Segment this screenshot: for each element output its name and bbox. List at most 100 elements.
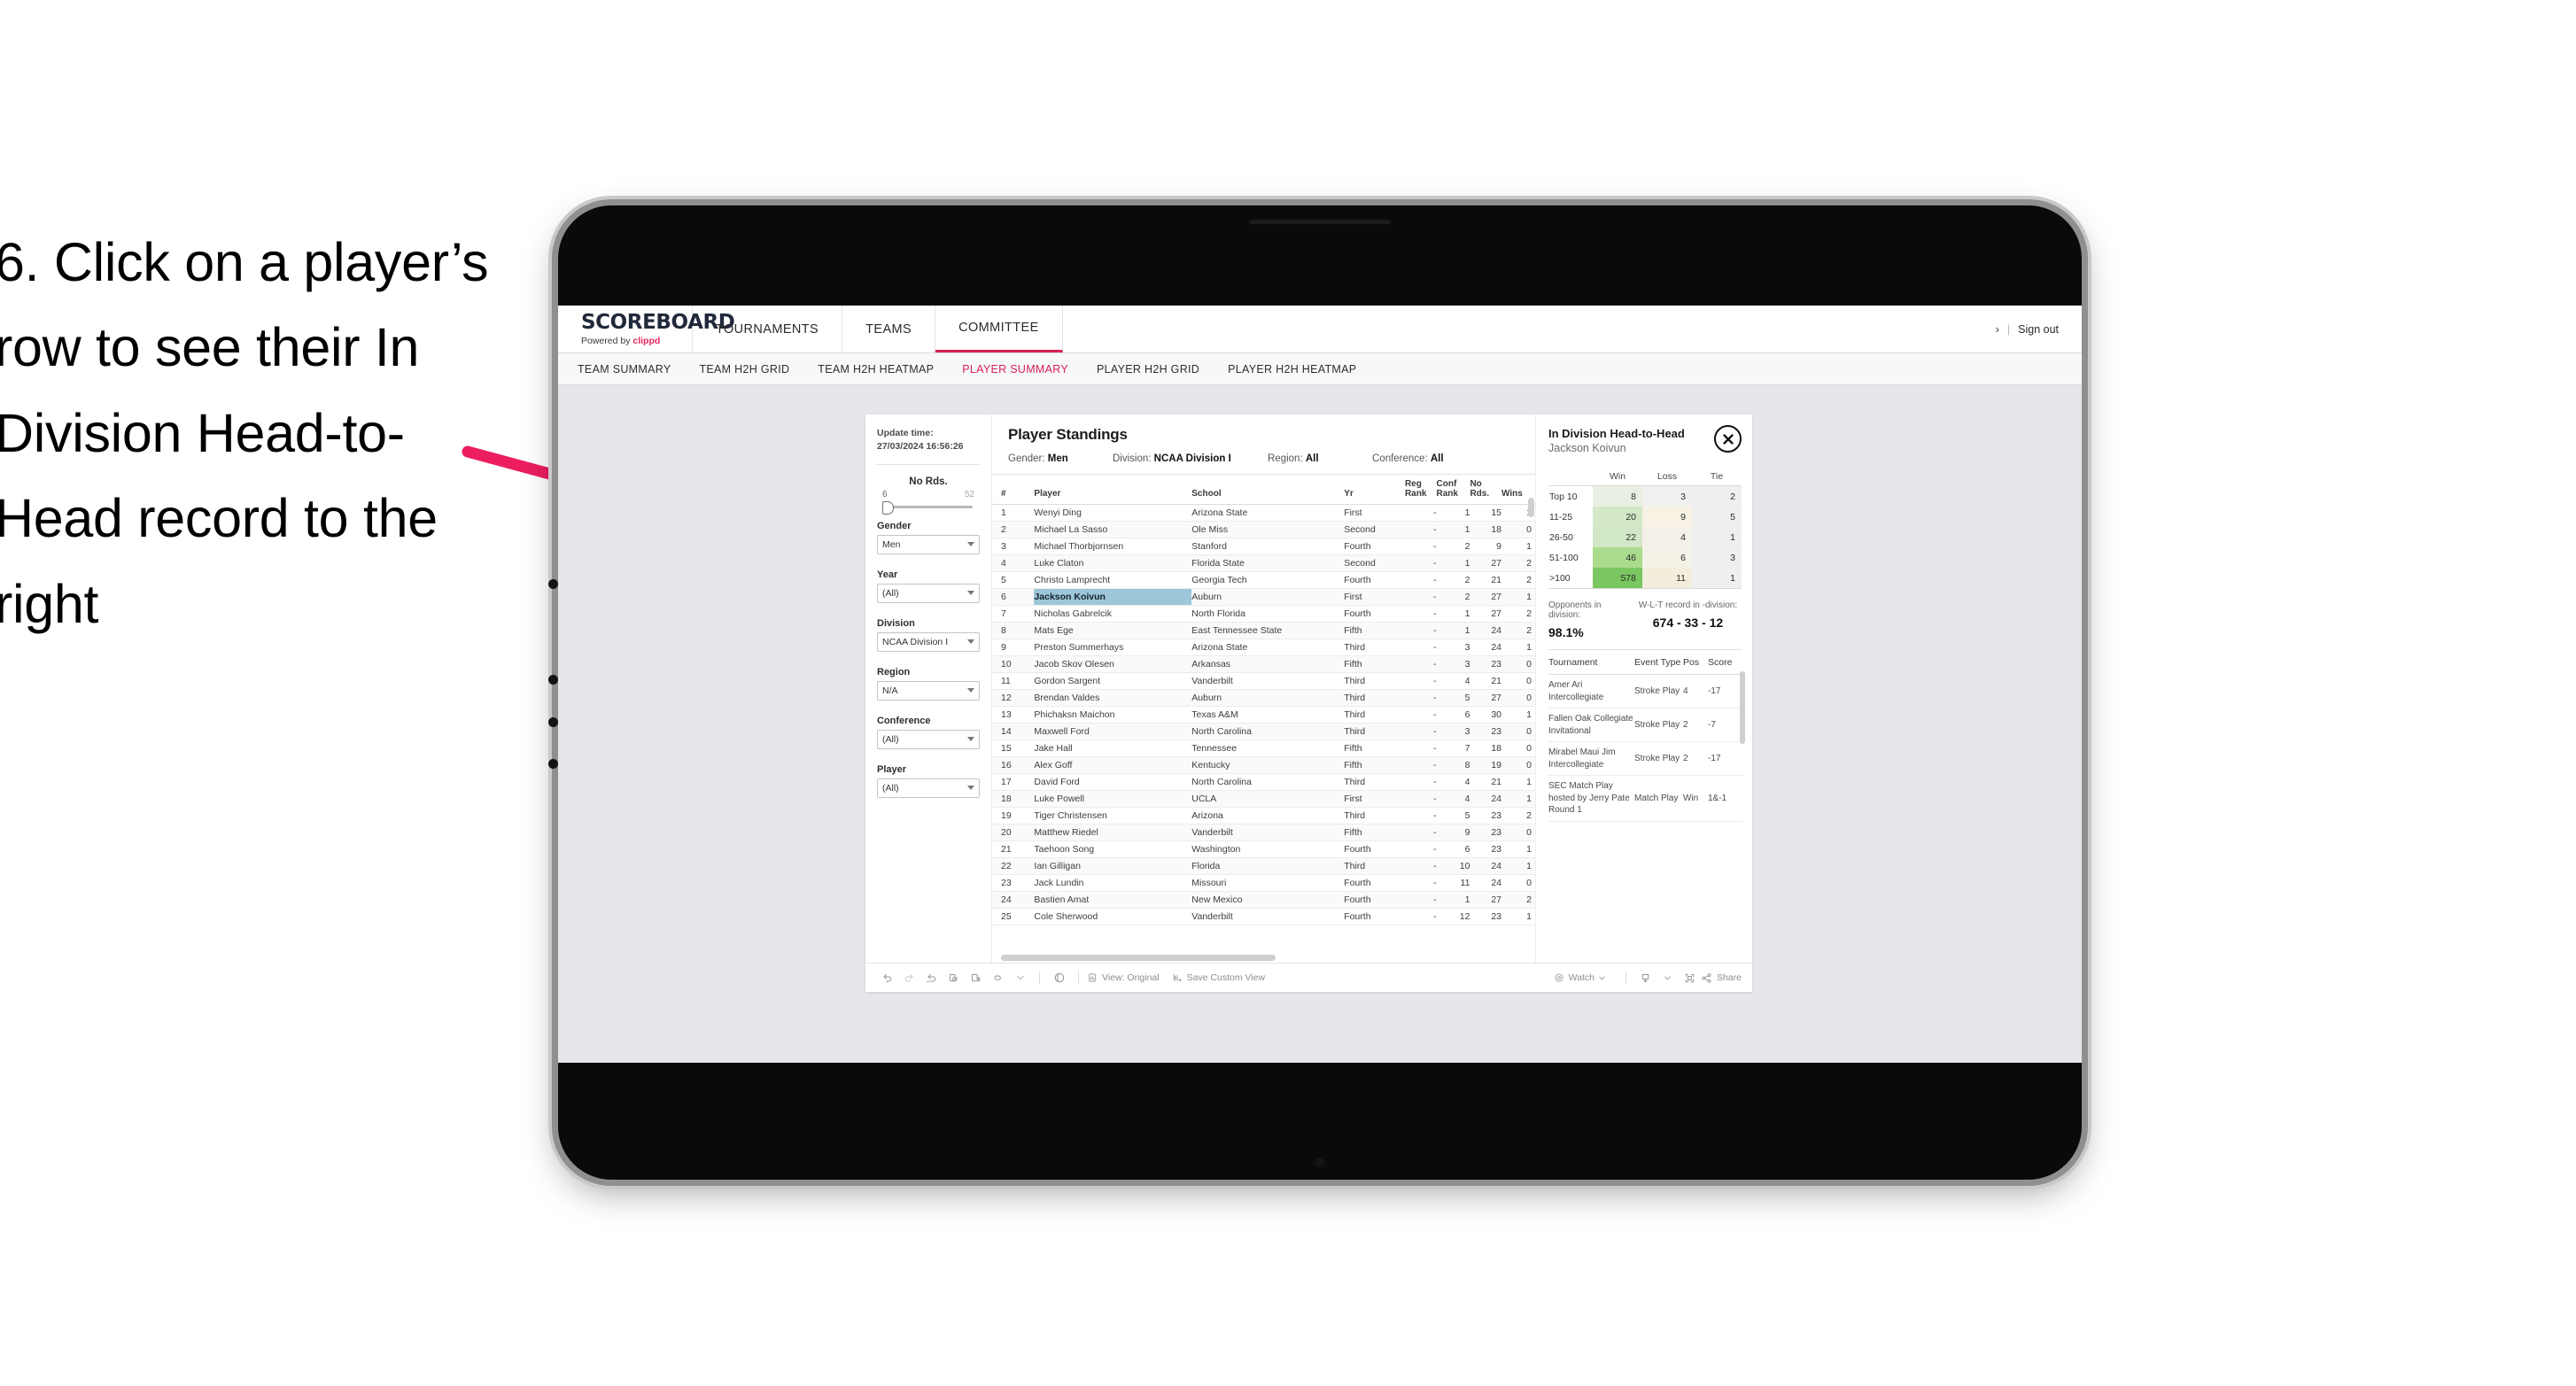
tab-team-h2h-heatmap[interactable]: TEAM H2H HEATMAP [818, 363, 934, 376]
table-row[interactable]: 22 Ian Gilligan Florida Third -10 24 1 [992, 857, 1535, 875]
table-row[interactable]: 12 Brendan Valdes Auburn Third -5 27 0 [992, 689, 1535, 707]
table-row[interactable]: 1Wenyi DingArizona StateFirst-1151 [992, 504, 1535, 522]
table-row[interactable]: 3 Michael Thorbjornsen Stanford Fourth -2 9 1 [992, 538, 1535, 555]
nav-item-tournaments[interactable]: TOURNAMENTS [693, 306, 843, 352]
row-player: Matthew Riedel [1034, 824, 1192, 841]
row-school: Arizona [1191, 807, 1345, 825]
share-button[interactable]: Share [1701, 972, 1742, 984]
tab-player-h2h-grid[interactable]: PLAYER H2H GRID [1097, 363, 1199, 376]
filter-player-select[interactable]: (All) [877, 778, 980, 798]
chevron-down-icon[interactable] [1657, 975, 1679, 981]
table-row[interactable]: 8 Mats Ege East Tennessee State Fifth -1 24 2 [992, 622, 1535, 639]
table-row[interactable]: 17 David Ford North Carolina Third -4 21 1 [992, 773, 1535, 791]
refresh-data-icon[interactable] [943, 972, 965, 984]
sign-out-link[interactable]: Sign out [2018, 323, 2059, 336]
presentation-mode-icon[interactable] [1048, 972, 1070, 984]
redo-icon[interactable] [898, 972, 920, 984]
tournament-row[interactable]: Amer Ari Intercollegiate Stroke Play 4 -17 [1548, 674, 1743, 708]
filter-year-select[interactable]: (All) [877, 583, 980, 603]
tab-player-h2h-heatmap[interactable]: PLAYER H2H HEATMAP [1228, 363, 1356, 376]
row-conf-rank: 6 [1436, 706, 1470, 724]
nav-item-committee[interactable]: COMMITTEE [935, 306, 1063, 352]
table-row[interactable]: 25 Cole Sherwood Vanderbilt Fourth -12 23 1 [992, 908, 1535, 925]
row-no-rds: 24 [1470, 874, 1502, 892]
tab-team-h2h-grid[interactable]: TEAM H2H GRID [699, 363, 789, 376]
slider-handle[interactable] [882, 500, 894, 515]
tab-player-summary[interactable]: PLAYER SUMMARY [962, 363, 1068, 376]
table-row[interactable]: 14 Maxwell Ford North Carolina Third -3 23 0 [992, 723, 1535, 740]
pause-updates-icon[interactable] [965, 972, 987, 984]
row-reg-rank: - [1404, 689, 1437, 707]
tournament-scrollbar[interactable] [1740, 671, 1745, 744]
filter-player-value: (All) [882, 782, 899, 794]
h2h-row[interactable]: >100 578 11 1 [1548, 568, 1742, 589]
pause-auto-update-icon[interactable] [987, 972, 1009, 984]
row-player: Alex Goff [1034, 756, 1192, 774]
table-row[interactable]: 15 Jake Hall Tennessee Fifth -7 18 0 [992, 739, 1535, 757]
tournament-row[interactable]: Fallen Oak Collegiate Invitational Stroke… [1548, 708, 1743, 742]
table-row[interactable]: 13 Phichaksn Maichon Texas A&M Third -6 30 1 [992, 706, 1535, 724]
standings-vertical-scrollbar[interactable] [1528, 498, 1534, 949]
col-year[interactable]: Yr [1344, 475, 1405, 505]
scrollbar-thumb[interactable] [1001, 955, 1276, 961]
row-rank: 23 [992, 874, 1035, 892]
col-player[interactable]: Player [1034, 475, 1192, 505]
h2h-row[interactable]: 26-50 22 4 1 [1548, 527, 1742, 547]
table-row[interactable]: 4 Luke Claton Florida State Second -1 27 2 [992, 554, 1535, 572]
save-custom-view-button[interactable]: Save Custom View [1172, 972, 1265, 983]
tournament-row[interactable]: SEC Match Play hosted by Jerry Pate Roun… [1548, 775, 1743, 822]
col-school[interactable]: School [1191, 475, 1345, 505]
table-row[interactable]: 11 Gordon Sargent Vanderbilt Third -4 21 0 [992, 672, 1535, 690]
tournament-header-row: Tournament Event Type Pos Score [1548, 652, 1743, 675]
slider-track[interactable] [882, 500, 973, 515]
watch-label: Watch [1568, 972, 1594, 983]
table-row[interactable]: 9 Preston Summerhays Arizona State Third -3 2… [992, 639, 1535, 656]
table-row[interactable]: 2 Michael La Sasso Ole Miss Second -1 18 0 [992, 521, 1535, 538]
scrollbar-thumb[interactable] [1528, 498, 1534, 517]
watch-button[interactable]: Watch [1554, 972, 1605, 983]
table-row[interactable]: 7 Nicholas Gabrelcik North Florida Fourth -1… [992, 605, 1535, 623]
h2h-row[interactable]: Top 10 8 3 2 [1548, 485, 1742, 507]
col-no-rds[interactable]: No Rds. [1470, 475, 1502, 505]
meta-conference-value: All [1430, 453, 1444, 464]
filter-division-select[interactable]: NCAA Division I [877, 631, 980, 652]
table-row[interactable]: 18 Luke Powell UCLA First -4 24 1 [992, 790, 1535, 808]
h2h-row[interactable]: 11-25 20 9 5 [1548, 507, 1742, 527]
tournament-row[interactable]: Mirabel Maui Jim Intercollegiate Stroke P… [1548, 741, 1743, 776]
player-standings-panel: Player Standings Gender: Men Division: N… [992, 414, 1535, 963]
filter-gender-select[interactable]: Men [877, 534, 980, 554]
nav-item-teams[interactable]: TEAMS [842, 306, 936, 352]
table-row[interactable]: 5 Christo Lamprecht Georgia Tech Fourth -2 21… [992, 571, 1535, 589]
col-conf-rank[interactable]: Conf Rank [1436, 475, 1470, 505]
filter-division-label: Division [877, 617, 915, 629]
close-circle-icon[interactable] [1714, 425, 1742, 453]
table-row[interactable]: 10 Jacob Skov Olesen Arkansas Fifth -3 23 0 [992, 655, 1535, 673]
h2h-win-cell: 22 [1593, 527, 1642, 547]
row-player: Preston Summerhays [1034, 639, 1192, 656]
table-row[interactable]: 6 Jackson Koivun Auburn First -2 27 1 [992, 588, 1535, 606]
brand-tagline: Powered by clippd [581, 336, 692, 346]
fullscreen-icon[interactable] [1679, 972, 1701, 984]
brand-logo[interactable]: SCOREBOARD Powered by clippd [558, 306, 735, 352]
col-reg-rank[interactable]: Reg Rank [1404, 475, 1437, 505]
standings-horizontal-scrollbar[interactable] [992, 952, 1535, 963]
undo-icon[interactable] [876, 972, 898, 984]
chevron-down-icon[interactable] [1009, 974, 1031, 981]
no-rounds-slider[interactable]: No Rds. 6 52 [877, 476, 980, 515]
download-icon[interactable] [1634, 972, 1657, 984]
revert-icon[interactable] [920, 972, 943, 984]
filter-region-select[interactable]: N/A [877, 680, 980, 701]
row-player: Ian Gilligan [1034, 857, 1192, 875]
table-row[interactable]: 24 Bastien Amat New Mexico Fourth -1 27 2 [992, 891, 1535, 909]
filter-conference-select[interactable]: (All) [877, 729, 980, 749]
table-row[interactable]: 23 Jack Lundin Missouri Fourth -11 24 0 [992, 874, 1535, 892]
row-school: Kentucky [1191, 756, 1345, 774]
table-row[interactable]: 21 Taehoon Song Washington Fourth -6 23 1 [992, 840, 1535, 858]
col-rank[interactable]: # [992, 475, 1035, 505]
view-original-button[interactable]: View: Original [1087, 972, 1160, 983]
table-row[interactable]: 16 Alex Goff Kentucky Fifth -8 19 0 [992, 756, 1535, 774]
table-row[interactable]: 19 Tiger Christensen Arizona Third -5 23 2 [992, 807, 1535, 825]
table-row[interactable]: 20 Matthew Riedel Vanderbilt Fifth -9 23 0 [992, 824, 1535, 841]
tab-team-summary[interactable]: TEAM SUMMARY [578, 363, 671, 376]
h2h-row[interactable]: 51-100 46 6 3 [1548, 547, 1742, 568]
